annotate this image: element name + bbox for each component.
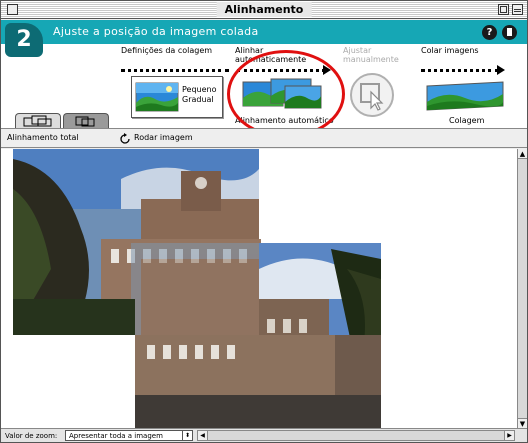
progress-line-active <box>237 69 325 72</box>
collapse-box[interactable] <box>512 4 523 15</box>
stage-label-auto-align[interactable]: Alinhar automaticamente <box>235 46 315 64</box>
alignment-window: Alinhamento 2 Ajuste a posição da imagem… <box>0 0 528 443</box>
toolbar: Alinhamento total Rodar imagem <box>1 128 527 148</box>
step-title: Ajuste a posição da imagem colada <box>53 25 259 38</box>
close-box[interactable] <box>7 4 18 15</box>
scroll-right-arrow-icon[interactable]: ▶ <box>504 431 514 440</box>
status-bar: Valor de zoom: Apresentar toda a imagem … <box>1 428 527 442</box>
progress-arrow-icon <box>323 65 331 75</box>
collage-caption: Colagem <box>449 116 485 125</box>
collage-settings-button[interactable]: Pequeno Gradual <box>131 76 223 118</box>
title-bar[interactable]: Alinhamento <box>1 1 527 19</box>
select-arrows-icon: ⬍ <box>182 431 192 440</box>
zoom-select[interactable]: Apresentar toda a imagem ⬍ <box>65 430 193 441</box>
photo-bottom[interactable] <box>135 335 381 428</box>
overlap-frames-icon <box>23 115 52 127</box>
scroll-left-arrow-icon[interactable]: ◀ <box>198 431 208 440</box>
collage-settings-caption: Pequeno Gradual <box>182 85 217 104</box>
rotate-image-button[interactable]: Rodar imagem <box>134 132 193 144</box>
scroll-down-arrow-icon[interactable]: ▼ <box>518 418 527 428</box>
scroll-up-arrow-icon[interactable]: ▲ <box>518 149 527 159</box>
align-all-button[interactable]: Alinhamento total <box>7 132 79 144</box>
stage-label-settings[interactable]: Definições da colagem <box>121 46 212 55</box>
help-button[interactable]: ? <box>482 25 497 40</box>
auto-align-caption: Alinhamento automático <box>235 116 334 125</box>
zoom-label: Valor de zoom: <box>5 432 58 440</box>
photo-lower-left[interactable] <box>13 299 135 428</box>
collage-icon[interactable] <box>425 76 505 116</box>
pair-frames-icon <box>75 116 95 127</box>
image-canvas[interactable] <box>1 149 517 428</box>
horizontal-scrollbar[interactable]: ◀ ▶ <box>197 430 515 441</box>
tab-overview[interactable] <box>15 113 61 128</box>
tab-pair[interactable] <box>63 113 109 128</box>
stage-label-paste-images[interactable]: Colar imagens <box>421 46 479 55</box>
auto-align-icon[interactable] <box>241 76 325 112</box>
stage-label-manual-adjust: Ajustar manualmente <box>343 46 399 64</box>
rotate-icon[interactable] <box>119 133 131 145</box>
progress-line-pending <box>421 69 499 72</box>
step-number-badge: 2 <box>5 23 43 57</box>
stitched-photos <box>13 149 381 428</box>
zoom-box[interactable] <box>498 4 509 15</box>
exit-button[interactable] <box>502 25 517 40</box>
window-title: Alinhamento <box>216 2 312 17</box>
vertical-scrollbar[interactable]: ▲ ▼ <box>517 149 527 428</box>
progress-arrow-end-icon <box>497 65 505 75</box>
landscape-icon <box>135 82 179 112</box>
zoom-select-value: Apresentar toda a imagem <box>69 432 163 440</box>
manual-adjust-icon <box>350 73 394 117</box>
progress-line-done <box>121 69 229 72</box>
